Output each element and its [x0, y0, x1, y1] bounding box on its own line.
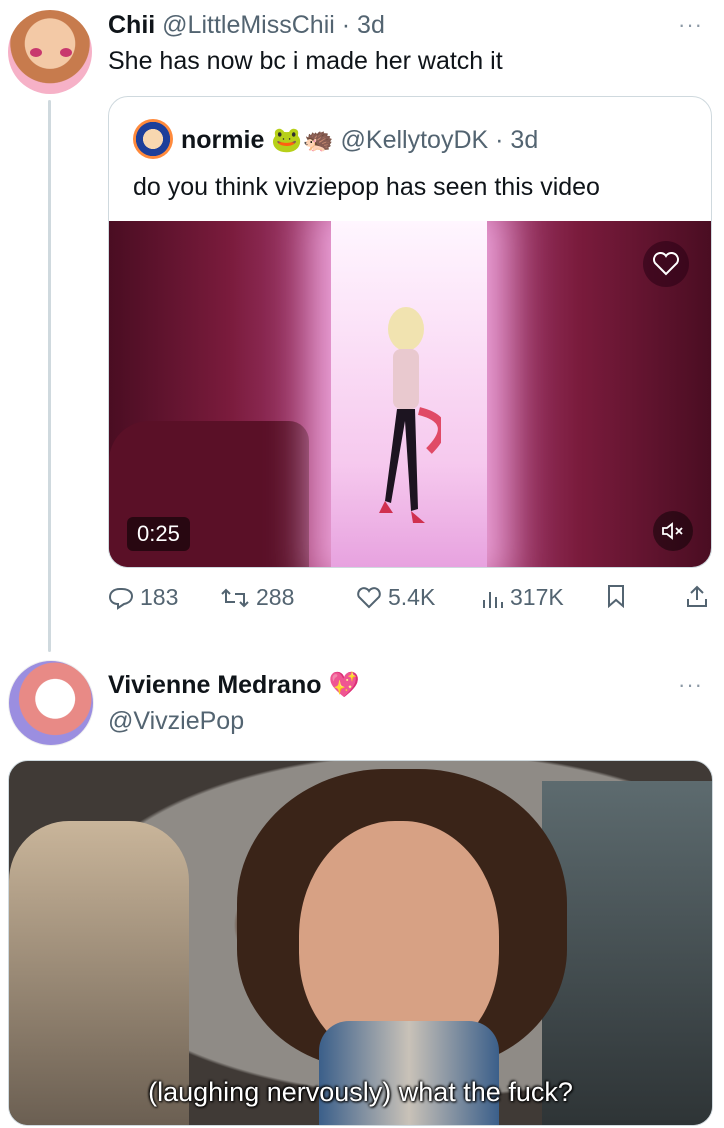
- watermark-icon: [643, 241, 689, 287]
- quoted-tweet-text: do you think vivziepop has seen this vid…: [133, 173, 600, 201]
- retweet-count: 288: [256, 584, 295, 610]
- view-count: 317K: [510, 584, 564, 610]
- quoted-tweet-header: normie 🐸🦔 @KellytoyDK · 3d: [181, 126, 539, 154]
- handle[interactable]: @LittleMissChii: [162, 11, 335, 39]
- quoted-tweet-card[interactable]: normie 🐸🦔 @KellytoyDK · 3d do you think …: [108, 96, 712, 568]
- retweet-icon: [221, 588, 249, 607]
- video-duration: 0:25: [127, 517, 190, 551]
- reply-button[interactable]: 183: [108, 584, 178, 611]
- retweet-button[interactable]: 288: [220, 584, 294, 611]
- video-frame-character: [379, 307, 441, 523]
- views-button[interactable]: 317K: [480, 584, 564, 611]
- display-name[interactable]: Vivienne Medrano: [108, 671, 322, 699]
- name-emojis: 🐸🦔: [271, 126, 334, 154]
- name-emoji: 💖: [328, 671, 360, 699]
- mute-icon[interactable]: [653, 511, 693, 551]
- tweet-header: Vivienne Medrano 💖: [108, 670, 360, 700]
- image-subtitle: (laughing nervously) what the fuck?: [148, 1077, 573, 1107]
- more-icon[interactable]: ···: [678, 672, 703, 698]
- tweet-image[interactable]: (laughing nervously) what the fuck?: [8, 760, 713, 1126]
- tweet-text: She has now bc i made her watch it: [108, 47, 503, 75]
- thread-connector-line: [48, 100, 51, 652]
- like-icon: [357, 586, 381, 608]
- display-name[interactable]: Chii: [108, 11, 155, 39]
- tweet-header: Chii @LittleMissChii · 3d: [108, 11, 385, 39]
- avatar[interactable]: [8, 10, 92, 94]
- share-icon: [687, 585, 707, 607]
- bookmark-button[interactable]: [606, 584, 626, 608]
- avatar[interactable]: [8, 660, 94, 746]
- share-button[interactable]: [686, 584, 708, 608]
- video-player[interactable]: 0:25: [109, 221, 711, 567]
- reply-icon: [108, 587, 134, 610]
- display-name: normie: [181, 126, 265, 154]
- like-count: 5.4K: [388, 584, 436, 610]
- image-subject-scarf: [319, 1021, 499, 1125]
- action-bar: 183 288 5.4K 317K: [108, 584, 710, 618]
- bookmark-icon: [608, 585, 624, 608]
- timestamp[interactable]: 3d: [357, 11, 385, 39]
- views-icon: [483, 591, 503, 608]
- more-icon[interactable]: ···: [678, 12, 703, 38]
- handle: @KellytoyDK: [340, 126, 489, 154]
- handle[interactable]: @VivziePop: [108, 706, 244, 736]
- like-button[interactable]: 5.4K: [356, 584, 435, 611]
- avatar: [133, 119, 173, 159]
- reply-count: 183: [140, 584, 179, 610]
- timestamp: 3d: [510, 126, 539, 154]
